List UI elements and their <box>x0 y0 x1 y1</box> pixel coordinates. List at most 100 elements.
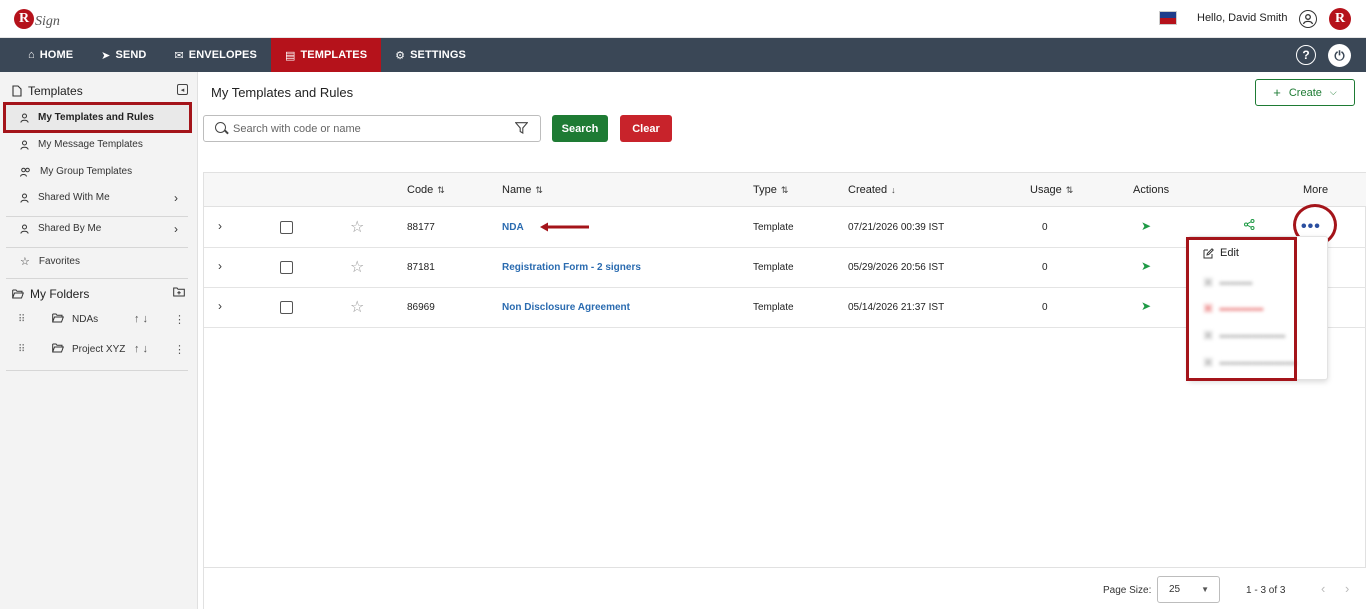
next-page-icon[interactable]: › <box>1345 581 1349 596</box>
expand-row-icon[interactable]: › <box>218 219 222 233</box>
nav-settings-label: SETTINGS <box>410 49 466 61</box>
my-folders-heading: My Folders <box>12 287 89 301</box>
folder-open-icon <box>52 313 65 326</box>
sidebar-item-label: My Group Templates <box>40 166 133 177</box>
column-header-label: Code <box>407 184 434 196</box>
sidebar-item-my-message-templates[interactable]: My Message Templates <box>20 139 186 150</box>
column-header-name[interactable]: Name ⇅ <box>502 184 543 196</box>
favorite-star-icon[interactable]: ☆ <box>350 257 364 277</box>
pagination-info: 1 - 3 of 3 <box>1246 585 1286 596</box>
sidebar-divider <box>6 278 188 279</box>
sidebar-item-label: Shared By Me <box>38 223 102 234</box>
cell-type: Template <box>753 302 794 313</box>
nav-send-label: SEND <box>115 49 147 61</box>
column-header-code[interactable]: Code ⇅ <box>407 184 445 196</box>
sort-desc-icon: ↓ <box>891 185 896 195</box>
cell-code: 88177 <box>407 222 435 233</box>
drag-handle-icon[interactable]: ⠿ <box>18 344 30 355</box>
sort-icon: ⇅ <box>780 185 789 195</box>
template-name-link[interactable]: NDA <box>502 222 524 233</box>
annotation-highlight-box <box>1186 237 1297 381</box>
search-button[interactable]: Search <box>552 115 608 142</box>
cell-usage: 0 <box>1042 222 1048 233</box>
power-icon[interactable]: ⏻ <box>1328 44 1351 67</box>
sort-icon: ⇅ <box>437 185 445 195</box>
user-profile-icon[interactable] <box>1299 10 1317 28</box>
sidebar-item-label: Shared With Me <box>38 192 110 203</box>
language-flag-icon[interactable] <box>1159 11 1177 25</box>
create-button[interactable]: + Create ⌵ <box>1255 79 1355 106</box>
sidebar-item-shared-by-me[interactable]: Shared By Me › <box>20 221 186 236</box>
sidebar-divider <box>6 370 188 371</box>
chevron-right-icon: › <box>174 221 178 236</box>
column-header-created[interactable]: Created ↓ <box>848 184 896 196</box>
row-checkbox[interactable] <box>280 221 293 234</box>
cell-code: 86969 <box>407 302 435 313</box>
sidebar-item-favorites[interactable]: ☆ Favorites <box>20 255 186 268</box>
send-icon[interactable]: ➤ <box>1141 299 1151 313</box>
nav-envelopes[interactable]: ✉ ENVELOPES <box>160 38 270 72</box>
previous-page-icon[interactable]: ‹ <box>1321 581 1325 596</box>
move-up-down-icon[interactable]: ↑↓ <box>134 313 151 325</box>
share-icon[interactable] <box>1244 219 1255 233</box>
sidebar-item-shared-with-me[interactable]: Shared With Me › <box>20 190 186 205</box>
user-greeting: Hello, David Smith <box>1197 12 1288 24</box>
page-size-select[interactable]: 25 ▼ <box>1157 576 1220 603</box>
row-checkbox[interactable] <box>280 261 293 274</box>
cell-code: 87181 <box>407 262 435 273</box>
clear-button[interactable]: Clear <box>620 115 672 142</box>
row-checkbox[interactable] <box>280 301 293 314</box>
help-icon[interactable]: ? <box>1296 45 1316 65</box>
expand-row-icon[interactable]: › <box>218 259 222 273</box>
folder-item-ndas[interactable]: ⠿ NDAs ↑↓ ⋮ <box>18 309 185 329</box>
account-avatar[interactable]: R <box>1329 8 1351 30</box>
sidebar-item-label: My Templates and Rules <box>38 112 154 123</box>
send-icon: ➤ <box>101 49 111 62</box>
plus-icon: + <box>1273 85 1281 100</box>
collapse-sidebar-icon[interactable]: ◂ <box>177 84 188 95</box>
column-header-more: More <box>1303 184 1329 196</box>
template-name-link[interactable]: Non Disclosure Agreement <box>502 302 630 313</box>
favorite-star-icon[interactable]: ☆ <box>350 297 364 317</box>
folder-item-project-xyz[interactable]: ⠿ Project XYZ ↑↓ ⋮ <box>18 339 185 359</box>
table-header: Code ⇅ Name ⇅ Type ⇅ Created ↓ Usage ⇅ Action… <box>204 173 1366 207</box>
column-header-actions: Actions <box>1133 184 1170 196</box>
folder-name: Project XYZ <box>72 343 126 355</box>
my-folders-label: My Folders <box>30 287 90 301</box>
drag-handle-icon[interactable]: ⠿ <box>18 314 30 325</box>
template-name-link[interactable]: Registration Form - 2 signers <box>502 262 641 273</box>
expand-row-icon[interactable]: › <box>218 299 222 313</box>
nav-templates[interactable]: ▤ TEMPLATES <box>270 38 382 72</box>
page-size-value: 25 <box>1169 584 1181 595</box>
sidebar-item-my-templates-and-rules[interactable]: My Templates and Rules <box>20 112 186 123</box>
nav-templates-label: TEMPLATES <box>300 49 368 61</box>
send-icon[interactable]: ➤ <box>1141 259 1151 273</box>
kebab-menu-icon[interactable]: ⋮ <box>174 313 185 326</box>
kebab-menu-icon[interactable]: ⋮ <box>174 343 185 356</box>
filter-icon[interactable] <box>514 122 529 137</box>
chevron-right-icon: › <box>174 190 178 205</box>
column-header-label: Usage <box>1030 184 1062 196</box>
column-header-type[interactable]: Type ⇅ <box>753 184 788 196</box>
rsign-logo[interactable]: R Sign <box>14 5 60 33</box>
nav-send[interactable]: ➤ SEND <box>87 38 160 72</box>
column-header-usage[interactable]: Usage ⇅ <box>1030 184 1073 196</box>
caret-down-icon: ▼ <box>1201 585 1209 594</box>
person-icon <box>20 193 29 203</box>
folder-name: NDAs <box>72 313 99 325</box>
column-header-label: Created <box>848 184 888 196</box>
sidebar-item-my-group-templates[interactable]: My Group Templates <box>20 166 186 177</box>
cell-created: 05/14/2026 21:37 IST <box>848 302 945 313</box>
cell-usage: 0 <box>1042 302 1048 313</box>
search-input[interactable] <box>233 120 503 138</box>
document-icon <box>12 85 22 97</box>
chevron-down-icon: ⌵ <box>1329 87 1337 97</box>
add-folder-icon[interactable] <box>173 287 185 300</box>
favorite-star-icon[interactable]: ☆ <box>350 217 364 237</box>
home-icon: ⌂ <box>28 49 35 61</box>
column-header-label: Name <box>502 184 532 196</box>
nav-settings[interactable]: ⚙ SETTINGS <box>381 38 480 72</box>
send-icon[interactable]: ➤ <box>1141 219 1151 233</box>
nav-home[interactable]: ⌂ HOME <box>14 38 87 72</box>
move-up-down-icon[interactable]: ↑↓ <box>134 343 151 355</box>
